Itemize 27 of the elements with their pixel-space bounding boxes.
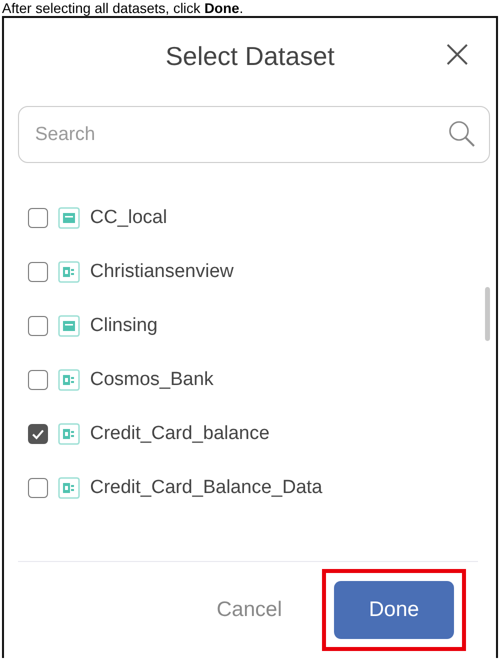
csv-file-icon <box>58 207 80 229</box>
checkbox[interactable] <box>28 424 48 444</box>
checkbox[interactable] <box>28 208 48 228</box>
spreadsheet-file-icon <box>58 423 80 445</box>
cancel-button[interactable]: Cancel <box>210 597 288 623</box>
checkbox[interactable] <box>28 478 48 498</box>
spreadsheet-file-icon <box>58 261 80 283</box>
dataset-name[interactable]: Clinsing <box>90 315 158 337</box>
dataset-name[interactable]: Christiansenview <box>90 261 234 283</box>
check-icon <box>31 427 45 441</box>
dataset-name[interactable]: Credit_Card_Balance_Data <box>90 477 322 499</box>
spreadsheet-file-icon <box>58 369 80 391</box>
checkbox[interactable] <box>28 262 48 282</box>
dataset-name[interactable]: CC_local <box>90 207 168 229</box>
checkbox[interactable] <box>28 316 48 336</box>
dataset-name[interactable]: Cosmos_Bank <box>90 369 214 391</box>
search-field[interactable]: Search <box>18 106 490 163</box>
csv-file-icon <box>58 315 80 337</box>
checkbox[interactable] <box>28 370 48 390</box>
instruction-text: After selecting all datasets, click Done. <box>1 0 244 16</box>
spreadsheet-file-icon <box>58 477 80 499</box>
close-button[interactable]: × <box>436 34 478 74</box>
scrollbar-thumb[interactable] <box>485 287 490 341</box>
done-button[interactable]: Done <box>334 581 454 639</box>
dataset-name[interactable]: Credit_Card_balance <box>90 423 270 445</box>
dialog-title: Select Dataset <box>165 40 335 72</box>
search-icon <box>448 120 476 148</box>
